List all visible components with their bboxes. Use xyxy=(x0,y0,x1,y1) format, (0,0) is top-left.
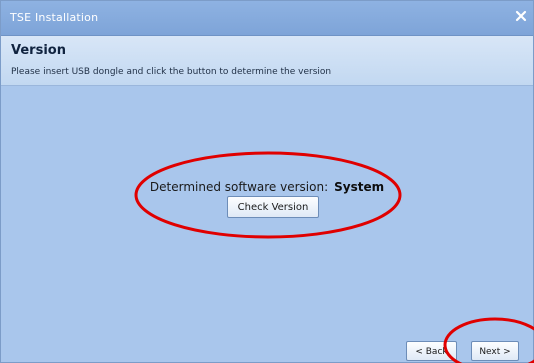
page-title: Version xyxy=(11,43,66,58)
back-button[interactable]: < Back xyxy=(406,341,457,361)
next-button[interactable]: Next > xyxy=(471,341,519,361)
title-bar[interactable]: TSE Installation xyxy=(1,1,533,36)
wizard-header: Version Please insert USB dongle and cli… xyxy=(1,36,533,86)
version-label: Determined software version: xyxy=(149,180,329,194)
version-row: Determined software version: System xyxy=(1,176,533,195)
installer-window: TSE Installation Version Please insert U… xyxy=(0,0,534,363)
window-title: TSE Installation xyxy=(10,11,99,24)
page-description: Please insert USB dongle and click the b… xyxy=(11,67,332,77)
check-version-button[interactable]: Check Version xyxy=(227,196,319,218)
close-icon xyxy=(515,10,527,22)
version-value: System xyxy=(334,180,385,194)
wizard-footer: < Back Next > xyxy=(1,326,533,362)
wizard-content: Determined software version: System Check… xyxy=(1,86,533,326)
close-button[interactable] xyxy=(512,7,530,25)
